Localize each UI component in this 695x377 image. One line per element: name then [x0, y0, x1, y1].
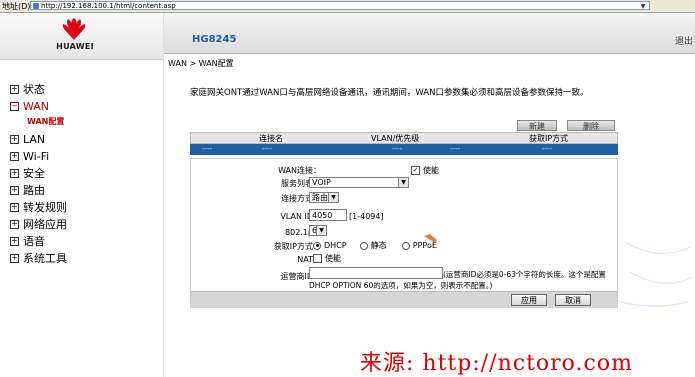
device-model: HG8245: [192, 34, 237, 45]
nat-label: NAT：: [297, 255, 321, 264]
sidebar-item-label: 语音: [23, 235, 45, 248]
expand-icon[interactable]: +: [10, 253, 19, 263]
breadcrumb: WAN > WAN配置: [168, 59, 234, 68]
sidebar-item-voice[interactable]: + 语音: [10, 233, 67, 250]
chevron-down-icon[interactable]: ▼: [639, 2, 647, 10]
column-header-connection-name: 连接名: [259, 134, 283, 143]
ip-mode-label: 获取IP方式：: [273, 242, 321, 251]
page-icon: [33, 3, 39, 9]
sidebar-item-label: 网络应用: [23, 218, 67, 231]
expand-icon[interactable]: +: [10, 84, 19, 94]
dhcp-radio[interactable]: [313, 241, 321, 250]
sidebar-item-label: 路由: [23, 184, 45, 197]
sidebar: HUAWEI + 状态 − WAN WAN配置 + LAN + Wi-Fi + 安全 + 路…: [0, 13, 164, 377]
column-header-ip-mode: 获取IP方式: [529, 134, 569, 143]
watermark-text: 来源: http://nctoro.com: [360, 351, 633, 376]
sidebar-item-lan[interactable]: + LAN: [10, 131, 67, 148]
vlan-id-label: VLAN ID：: [280, 212, 321, 221]
sidebar-subitem-wan-config[interactable]: WAN配置: [10, 115, 67, 131]
chevron-down-icon: ▼: [328, 193, 338, 202]
wan-enable-checkbox[interactable]: ✓: [411, 166, 420, 175]
column-header-vlan-priority: VLAN/优先级: [371, 134, 420, 143]
sidebar-item-label: 转发规则: [23, 201, 67, 214]
service-list-label: 服务列表：: [281, 179, 321, 188]
ip-mode-radio-group: DHCP 静态 PPPoE: [313, 240, 437, 251]
operator-id-label: 运营商ID：: [280, 272, 321, 281]
sidebar-item-label: 系统工具: [23, 252, 67, 265]
table-cell: ----: [202, 145, 213, 153]
nat-enable-label: 使能: [325, 254, 341, 263]
sidebar-item-security[interactable]: + 安全: [10, 165, 67, 182]
table-cell: ----: [450, 145, 461, 153]
mouse-cursor-icon: [424, 234, 437, 243]
table-cell: ----: [262, 145, 273, 153]
huawei-logo-icon: [62, 18, 86, 40]
expand-icon[interactable]: +: [10, 236, 19, 246]
nat-enable-control: 使能: [313, 253, 341, 264]
brand-name: HUAWEI: [56, 42, 94, 51]
p8021-label: 802.1p：: [285, 228, 321, 237]
new-button[interactable]: 新建: [517, 120, 557, 131]
static-label: 静态: [370, 241, 387, 250]
sidebar-item-forward-rules[interactable]: + 转发规则: [10, 199, 67, 216]
wan-enable-control: ✓ 使能: [411, 165, 439, 176]
logout-link[interactable]: 退出: [675, 34, 693, 47]
expand-icon[interactable]: +: [10, 134, 19, 144]
header-bar: HG8245 退出: [164, 13, 695, 54]
address-bar: 地址(D) http://192.168.100.1/html/content.…: [0, 0, 695, 13]
sidebar-item-status[interactable]: + 状态: [10, 81, 67, 98]
cancel-button[interactable]: 取消: [555, 294, 591, 306]
sidebar-item-label: Wi-Fi: [23, 150, 50, 163]
service-list-select[interactable]: VOIP ▼: [309, 177, 409, 188]
page-description: 家庭网关ONT通过WAN口与高层网络设备通讯，通讯期间，WAN口参数集必须和高层…: [190, 88, 589, 98]
sidebar-item-system-tools[interactable]: + 系统工具: [10, 250, 67, 267]
apply-button[interactable]: 应用: [511, 294, 547, 306]
table-cell: ----: [392, 145, 403, 153]
address-label: 地址(D): [2, 2, 31, 11]
url-input[interactable]: http://192.168.100.1/html/content.asp ▼: [30, 1, 650, 10]
expand-icon[interactable]: +: [10, 151, 19, 161]
pppoe-radio[interactable]: [401, 241, 410, 250]
url-text: http://192.168.100.1/html/content.asp: [41, 2, 176, 10]
wan-connection-label: WAN连接：: [278, 166, 321, 175]
vlan-id-hint: [1-4094]: [349, 212, 384, 221]
connection-mode-label: 连接方式：: [281, 194, 321, 203]
sidebar-item-label: LAN: [23, 133, 46, 146]
sidebar-item-wifi[interactable]: + Wi-Fi: [10, 148, 67, 165]
expand-icon[interactable]: +: [10, 185, 19, 195]
sidebar-menu: + 状态 − WAN WAN配置 + LAN + Wi-Fi + 安全 + 路由 + 转发规则…: [10, 81, 67, 267]
service-list-value: VOIP: [312, 178, 331, 187]
dhcp-label: DHCP: [324, 241, 347, 250]
table-cell: ----: [542, 145, 553, 153]
sidebar-item-route[interactable]: + 路由: [10, 182, 67, 199]
chevron-down-icon: ▼: [316, 226, 326, 235]
p8021-select[interactable]: 6 ▼: [309, 225, 327, 236]
sidebar-item-label: 安全: [23, 167, 45, 180]
expand-icon[interactable]: +: [10, 219, 19, 229]
form-footer: 应用 取消: [191, 291, 617, 308]
nat-enable-checkbox[interactable]: [313, 254, 322, 263]
sidebar-item-label: 状态: [23, 83, 45, 96]
wan-enable-label: 使能: [423, 166, 439, 175]
operator-id-hint: (运营商ID必须是0-63个字符的长度。这个是配置DHCP OPTION 60的…: [309, 270, 606, 290]
sidebar-item-label: WAN: [23, 100, 50, 113]
expand-icon[interactable]: +: [10, 202, 19, 212]
collapse-icon[interactable]: −: [10, 101, 19, 111]
vlan-id-input[interactable]: 4050: [309, 209, 347, 221]
table-row[interactable]: ---- ---- ---- ---- ----: [190, 144, 618, 155]
delete-button[interactable]: 删除: [567, 120, 615, 131]
static-radio[interactable]: [359, 241, 368, 250]
expand-icon[interactable]: +: [10, 168, 19, 178]
connection-mode-select[interactable]: 路由 ▼: [309, 192, 339, 203]
sidebar-item-network-apps[interactable]: + 网络应用: [10, 216, 67, 233]
logo-area: HUAWEI: [0, 13, 163, 60]
connection-mode-value: 路由: [312, 193, 328, 202]
wan-config-form: WAN连接： ✓ 使能 服务列表： VOIP ▼ 连接方式： 路由 ▼ VLAN …: [190, 158, 618, 308]
chevron-down-icon: ▼: [398, 178, 408, 187]
decorative-swirl-icon: [620, 241, 693, 307]
sidebar-subitem-label: WAN配置: [27, 117, 65, 126]
wan-table-header: 连接名 VLAN/优先级 获取IP方式: [190, 132, 618, 144]
